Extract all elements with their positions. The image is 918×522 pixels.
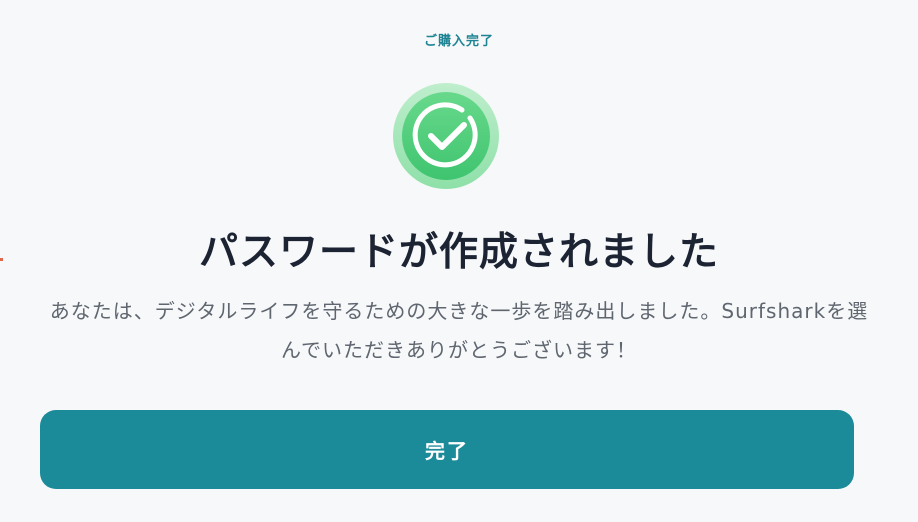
purchase-complete-page: ご購入完了 パスワードが作成されました あなたは、デジタルライフを守るための大き… xyxy=(0,0,918,522)
page-title: パスワードが作成されました xyxy=(198,230,719,275)
check-circle-icon xyxy=(393,83,499,189)
done-button[interactable]: 完了 xyxy=(40,410,854,489)
step-label: ご購入完了 xyxy=(423,34,494,49)
confirmation-message: あなたは、デジタルライフを守るための大きな一歩を踏み出しました。Surfshar… xyxy=(49,299,869,362)
